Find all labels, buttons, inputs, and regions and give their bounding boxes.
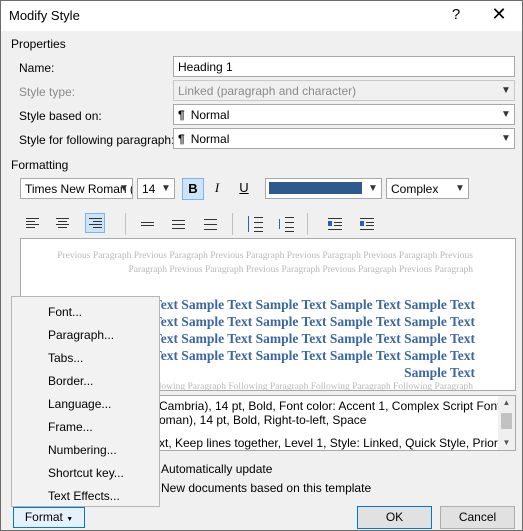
previous-paragraph-line: Previous Paragraph Previous Paragraph Pr… <box>57 251 473 261</box>
single-spacing-icon[interactable] <box>138 214 158 234</box>
sample-text-line: Sample Text Sample Text Sample Text Samp… <box>107 297 475 312</box>
scroll-down-icon[interactable]: ▼ <box>498 436 515 450</box>
chevron-down-icon: ▼ <box>161 183 171 194</box>
chevron-down-icon: ▼ <box>119 183 129 194</box>
paragraph-mark-icon: ¶ <box>178 132 185 146</box>
one-half-spacing-icon[interactable] <box>169 214 189 234</box>
cancel-button[interactable]: Cancel <box>440 506 515 529</box>
increase-indent-icon[interactable] <box>357 214 377 234</box>
style-based-on-label: Style based on: <box>19 109 102 123</box>
format-button-label: Format <box>24 510 63 524</box>
align-left-icon[interactable] <box>23 214 43 234</box>
font-size-select[interactable]: 14 ▼ <box>137 178 175 199</box>
modify-style-dialog: Modify Style ? ✕ Properties Name: Headin… <box>0 0 523 531</box>
menu-item-paragraph[interactable]: Paragraph... <box>48 328 114 342</box>
style-type-label: Style type: <box>19 85 76 99</box>
description-scrollbar[interactable]: ▲ ▼ <box>498 396 515 450</box>
sample-text-line: Sample Text <box>404 365 475 380</box>
menu-item-text-effects[interactable]: Text Effects... <box>48 489 120 503</box>
format-button[interactable]: Format ▼ <box>13 507 85 528</box>
dropdown-caret-icon: ▼ <box>66 516 74 523</box>
description-line: Cambria), 14 pt, Bold, Font color: Accen… <box>159 399 504 413</box>
font-size-value: 14 <box>142 182 156 196</box>
decrease-indent-icon[interactable] <box>325 214 345 234</box>
title-bar: Modify Style ? ✕ <box>1 1 522 31</box>
style-based-on-value: Normal <box>190 108 230 122</box>
underline-button[interactable]: U <box>233 178 255 200</box>
double-spacing-icon[interactable] <box>201 214 221 234</box>
close-button[interactable]: ✕ <box>487 4 511 28</box>
description-line: oman), 14 pt, Bold, Right-to-left, Space <box>159 413 367 427</box>
formatting-section-label: Formatting <box>11 158 69 172</box>
menu-item-numbering[interactable]: Numbering... <box>48 443 117 457</box>
menu-item-frame[interactable]: Frame... <box>48 420 93 434</box>
following-paragraph-label: Style for following paragraph: <box>19 133 175 147</box>
style-based-on-select[interactable]: ¶ Normal ▼ <box>173 104 515 125</box>
align-right-icon[interactable] <box>85 213 105 233</box>
menu-item-language[interactable]: Language... <box>48 397 111 411</box>
script-value: Complex <box>391 182 439 196</box>
menu-item-shortcut-key[interactable]: Shortcut key... <box>48 466 124 480</box>
increase-paragraph-spacing-icon[interactable] <box>245 214 265 234</box>
dialog-title: Modify Style <box>9 8 80 23</box>
script-select[interactable]: Complex ▼ <box>386 178 469 199</box>
chevron-down-icon: ▼ <box>368 183 378 194</box>
menu-item-tabs[interactable]: Tabs... <box>48 351 83 365</box>
sample-text-line: Sample Text Sample Text Sample Text Samp… <box>107 348 475 363</box>
following-paragraph-select[interactable]: ¶ Normal ▼ <box>173 128 515 149</box>
description-line: xt, Keep lines together, Level 1, Style:… <box>159 436 514 450</box>
toolbar-separator <box>125 213 126 235</box>
align-center-icon[interactable] <box>53 214 73 234</box>
decrease-paragraph-spacing-icon[interactable] <box>276 214 296 234</box>
chevron-down-icon: ▼ <box>501 85 511 96</box>
style-type-value: Linked (paragraph and character) <box>178 84 357 98</box>
properties-section-label: Properties <box>11 37 66 51</box>
scroll-thumb[interactable] <box>501 413 512 429</box>
help-button[interactable]: ? <box>446 6 466 26</box>
name-label: Name: <box>19 61 55 75</box>
format-menu: Font... Paragraph... Tabs... Border... L… <box>11 296 160 507</box>
scroll-up-icon[interactable]: ▲ <box>498 396 515 410</box>
toolbar-separator <box>232 213 233 235</box>
toolbar-separator <box>307 213 308 235</box>
paragraph-mark-icon: ¶ <box>178 108 185 122</box>
style-type-select[interactable]: Linked (paragraph and character) ▼ <box>173 80 515 101</box>
previous-paragraph-line: Paragraph Previous Paragraph Previous Pa… <box>128 265 473 275</box>
chevron-down-icon: ▼ <box>455 183 465 194</box>
automatically-update-label[interactable]: Automatically update <box>161 462 272 476</box>
chevron-down-icon: ▼ <box>501 133 511 144</box>
italic-button[interactable]: I <box>206 178 228 200</box>
name-input-value: Heading 1 <box>178 60 233 74</box>
chevron-down-icon: ▼ <box>501 109 511 120</box>
menu-item-font[interactable]: Font... <box>48 305 82 319</box>
ok-button[interactable]: OK <box>357 506 432 529</box>
new-documents-template-label[interactable]: New documents based on this template <box>161 481 371 495</box>
bold-button[interactable]: B <box>182 178 204 200</box>
sample-text-line: Sample Text Sample Text Sample Text Samp… <box>107 314 475 329</box>
name-input[interactable]: Heading 1 <box>173 56 515 77</box>
following-paragraph-value: Normal <box>190 132 230 146</box>
font-color-swatch <box>269 182 362 194</box>
font-select[interactable]: Times New Roman ( ▼ <box>20 178 133 199</box>
menu-item-border[interactable]: Border... <box>48 374 93 388</box>
sample-text-line: Sample Text Sample Text Sample Text Samp… <box>107 331 475 346</box>
